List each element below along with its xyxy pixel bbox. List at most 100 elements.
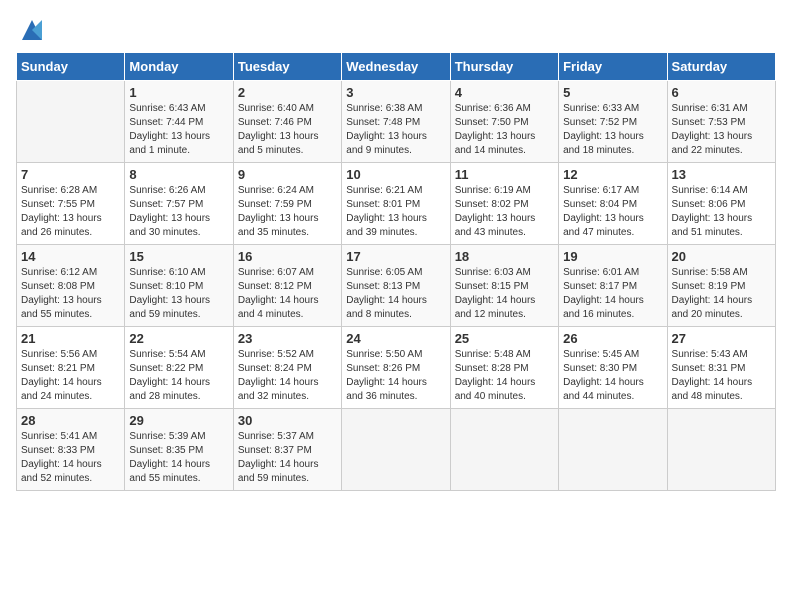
day-info: Sunrise: 6:01 AM Sunset: 8:17 PM Dayligh… [563,266,662,322]
day-info: Sunrise: 5:45 AM Sunset: 8:30 PM Dayligh… [563,348,662,404]
calendar-cell [667,409,775,491]
calendar-cell: 25 Sunrise: 5:48 AM Sunset: 8:28 PM Dayli… [450,327,558,409]
day-number: 16 [238,249,337,264]
day-info: Sunrise: 5:41 AM Sunset: 8:33 PM Dayligh… [21,430,120,486]
day-number: 21 [21,331,120,346]
calendar-table: SundayMondayTuesdayWednesdayThursdayFrid… [16,52,776,491]
day-info: Sunrise: 5:37 AM Sunset: 8:37 PM Dayligh… [238,430,337,486]
day-number: 15 [129,249,228,264]
day-info: Sunrise: 5:54 AM Sunset: 8:22 PM Dayligh… [129,348,228,404]
day-info: Sunrise: 6:17 AM Sunset: 8:04 PM Dayligh… [563,184,662,240]
day-number: 3 [346,85,445,100]
calendar-week-row: 21 Sunrise: 5:56 AM Sunset: 8:21 PM Dayli… [17,327,776,409]
day-number: 22 [129,331,228,346]
day-info: Sunrise: 5:58 AM Sunset: 8:19 PM Dayligh… [672,266,771,322]
calendar-cell: 5 Sunrise: 6:33 AM Sunset: 7:52 PM Daylig… [559,81,667,163]
day-info: Sunrise: 5:50 AM Sunset: 8:26 PM Dayligh… [346,348,445,404]
day-number: 25 [455,331,554,346]
day-info: Sunrise: 5:39 AM Sunset: 8:35 PM Dayligh… [129,430,228,486]
day-number: 14 [21,249,120,264]
calendar-body: 1Sunrise: 6:43 AM Sunset: 7:44 PM Daylig… [17,81,776,491]
day-info: Sunrise: 6:26 AM Sunset: 7:57 PM Dayligh… [129,184,228,240]
calendar-cell: 7 Sunrise: 6:28 AM Sunset: 7:55 PM Daylig… [17,163,125,245]
day-info: Sunrise: 6:03 AM Sunset: 8:15 PM Dayligh… [455,266,554,322]
calendar-cell: 19 Sunrise: 6:01 AM Sunset: 8:17 PM Dayli… [559,245,667,327]
day-info: Sunrise: 5:48 AM Sunset: 8:28 PM Dayligh… [455,348,554,404]
day-number: 19 [563,249,662,264]
page-header [16,16,776,44]
day-number: 28 [21,413,120,428]
calendar-header-row: SundayMondayTuesdayWednesdayThursdayFrid… [17,53,776,81]
day-info: Sunrise: 5:56 AM Sunset: 8:21 PM Dayligh… [21,348,120,404]
day-number: 24 [346,331,445,346]
day-number: 20 [672,249,771,264]
day-info: Sunrise: 6:28 AM Sunset: 7:55 PM Dayligh… [21,184,120,240]
calendar-cell: 3 Sunrise: 6:38 AM Sunset: 7:48 PM Daylig… [342,81,450,163]
day-info: Sunrise: 6:24 AM Sunset: 7:59 PM Dayligh… [238,184,337,240]
day-number: 8 [129,167,228,182]
day-number: 11 [455,167,554,182]
calendar-cell: 27 Sunrise: 5:43 AM Sunset: 8:31 PM Dayli… [667,327,775,409]
day-header-tuesday: Tuesday [233,53,341,81]
calendar-cell: 20 Sunrise: 5:58 AM Sunset: 8:19 PM Dayli… [667,245,775,327]
day-number: 18 [455,249,554,264]
calendar-cell: 13 Sunrise: 6:14 AM Sunset: 8:06 PM Dayli… [667,163,775,245]
calendar-cell: 11 Sunrise: 6:19 AM Sunset: 8:02 PM Dayli… [450,163,558,245]
calendar-cell: 28 Sunrise: 5:41 AM Sunset: 8:33 PM Dayli… [17,409,125,491]
day-info: Sunrise: 5:43 AM Sunset: 8:31 PM Dayligh… [672,348,771,404]
day-info: Sunrise: 6:31 AM Sunset: 7:53 PM Dayligh… [672,102,771,158]
calendar-cell: 14 Sunrise: 6:12 AM Sunset: 8:08 PM Dayli… [17,245,125,327]
day-info: Sunrise: 6:07 AM Sunset: 8:12 PM Dayligh… [238,266,337,322]
day-number: 30 [238,413,337,428]
day-header-thursday: Thursday [450,53,558,81]
day-info: Sunrise: 6:14 AM Sunset: 8:06 PM Dayligh… [672,184,771,240]
day-number: 7 [21,167,120,182]
day-number: 23 [238,331,337,346]
calendar-cell: 29 Sunrise: 5:39 AM Sunset: 8:35 PM Dayli… [125,409,233,491]
day-number: 12 [563,167,662,182]
calendar-cell: 17Sunrise: 6:05 AM Sunset: 8:13 PM Dayli… [342,245,450,327]
calendar-cell: 1Sunrise: 6:43 AM Sunset: 7:44 PM Daylig… [125,81,233,163]
calendar-cell: 26 Sunrise: 5:45 AM Sunset: 8:30 PM Dayli… [559,327,667,409]
calendar-week-row: 7 Sunrise: 6:28 AM Sunset: 7:55 PM Daylig… [17,163,776,245]
calendar-cell: 10 Sunrise: 6:21 AM Sunset: 8:01 PM Dayli… [342,163,450,245]
day-info: Sunrise: 6:12 AM Sunset: 8:08 PM Dayligh… [21,266,120,322]
calendar-cell: 15 Sunrise: 6:10 AM Sunset: 8:10 PM Dayli… [125,245,233,327]
day-number: 26 [563,331,662,346]
day-info: Sunrise: 6:19 AM Sunset: 8:02 PM Dayligh… [455,184,554,240]
calendar-cell: 12 Sunrise: 6:17 AM Sunset: 8:04 PM Dayli… [559,163,667,245]
day-header-saturday: Saturday [667,53,775,81]
calendar-week-row: 1Sunrise: 6:43 AM Sunset: 7:44 PM Daylig… [17,81,776,163]
calendar-cell: 22 Sunrise: 5:54 AM Sunset: 8:22 PM Dayli… [125,327,233,409]
day-number: 5 [563,85,662,100]
calendar-cell: 9Sunrise: 6:24 AM Sunset: 7:59 PM Daylig… [233,163,341,245]
day-info: Sunrise: 6:10 AM Sunset: 8:10 PM Dayligh… [129,266,228,322]
calendar-cell [342,409,450,491]
day-info: Sunrise: 6:40 AM Sunset: 7:46 PM Dayligh… [238,102,337,158]
day-number: 29 [129,413,228,428]
calendar-cell: 4 Sunrise: 6:36 AM Sunset: 7:50 PM Daylig… [450,81,558,163]
day-number: 17 [346,249,445,264]
day-number: 13 [672,167,771,182]
logo [16,16,46,44]
day-number: 27 [672,331,771,346]
calendar-cell: 24 Sunrise: 5:50 AM Sunset: 8:26 PM Dayli… [342,327,450,409]
day-info: Sunrise: 6:33 AM Sunset: 7:52 PM Dayligh… [563,102,662,158]
calendar-week-row: 28 Sunrise: 5:41 AM Sunset: 8:33 PM Dayli… [17,409,776,491]
day-number: 2 [238,85,337,100]
calendar-cell [559,409,667,491]
day-header-sunday: Sunday [17,53,125,81]
day-info: Sunrise: 6:36 AM Sunset: 7:50 PM Dayligh… [455,102,554,158]
calendar-cell: 30 Sunrise: 5:37 AM Sunset: 8:37 PM Dayli… [233,409,341,491]
calendar-cell [450,409,558,491]
calendar-week-row: 14 Sunrise: 6:12 AM Sunset: 8:08 PM Dayli… [17,245,776,327]
day-info: Sunrise: 6:43 AM Sunset: 7:44 PM Dayligh… [129,102,228,158]
calendar-cell: 8 Sunrise: 6:26 AM Sunset: 7:57 PM Daylig… [125,163,233,245]
day-number: 4 [455,85,554,100]
day-info: Sunrise: 5:52 AM Sunset: 8:24 PM Dayligh… [238,348,337,404]
day-number: 10 [346,167,445,182]
day-info: Sunrise: 6:38 AM Sunset: 7:48 PM Dayligh… [346,102,445,158]
day-info: Sunrise: 6:21 AM Sunset: 8:01 PM Dayligh… [346,184,445,240]
calendar-cell: 6Sunrise: 6:31 AM Sunset: 7:53 PM Daylig… [667,81,775,163]
day-header-wednesday: Wednesday [342,53,450,81]
